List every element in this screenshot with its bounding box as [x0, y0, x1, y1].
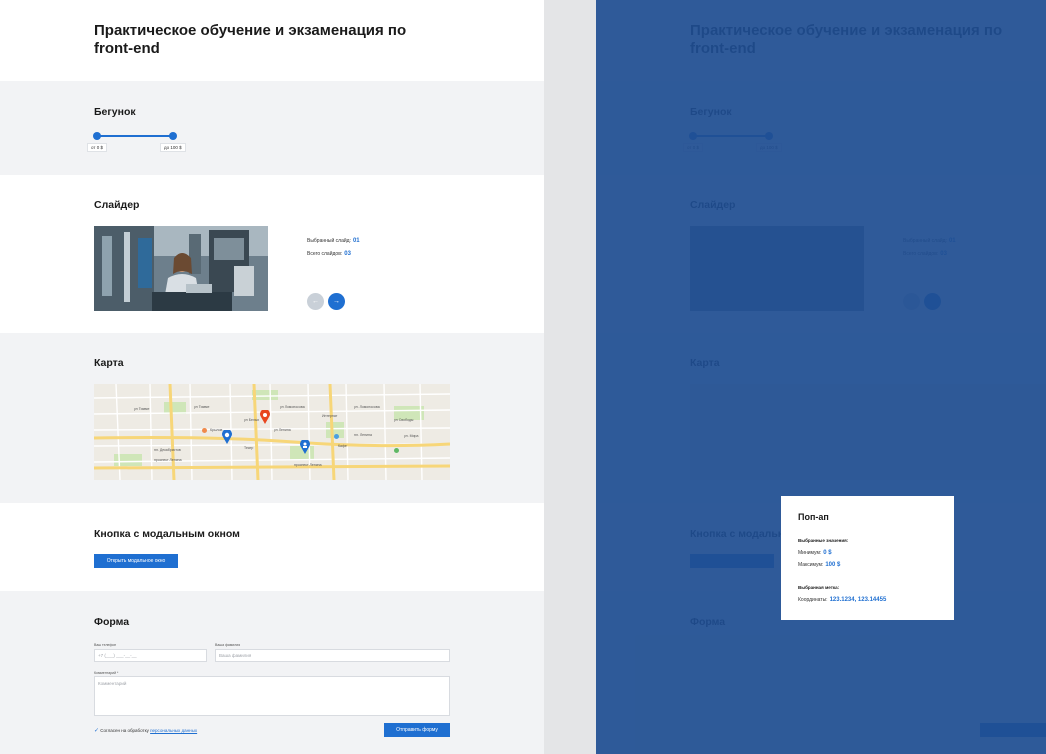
- popup-max-row: Максимум: 100 $: [798, 562, 840, 568]
- map-marker-person-icon[interactable]: [300, 440, 310, 454]
- map-street-label: ул. Ломоносова: [354, 405, 380, 409]
- map-marker-red-icon[interactable]: [260, 410, 270, 424]
- map-street-label: пл. Ленина: [354, 433, 372, 437]
- map-poi-icon: [394, 448, 399, 453]
- total-slides-info: Всего слайдов:03: [307, 251, 351, 257]
- map-marker-clock-icon[interactable]: [222, 430, 232, 444]
- phone-label: Ваш телефон: [94, 643, 117, 647]
- range-track[interactable]: [97, 135, 174, 137]
- page-title: Практическое обучение и экзаменация по f…: [94, 22, 407, 57]
- consent-link[interactable]: персональных данных: [150, 728, 197, 733]
- map-street-label: Театр: [244, 446, 254, 450]
- popup-title: Поп-ап: [798, 512, 829, 522]
- map-street-label: Крылов: [210, 428, 223, 432]
- slider-section: [0, 175, 544, 333]
- consent-text: Согласен на обработку: [100, 728, 149, 733]
- page-view: Практическое обучение и экзаменация по f…: [0, 0, 544, 754]
- popup-coords-label: Координаты:: [798, 597, 828, 603]
- arrow-right-icon: →: [333, 298, 340, 305]
- range-from-label: от 0 $: [87, 143, 107, 152]
- submit-button[interactable]: Отправить форму: [384, 723, 450, 737]
- slider-prev-button[interactable]: ←: [307, 293, 324, 310]
- surname-label: Ваша фамилия: [215, 643, 241, 647]
- popup-max-label: Максимум:: [798, 562, 824, 568]
- phone-field[interactable]: +7 (___) ___-__-__: [94, 649, 207, 662]
- popup-marker-heading: Выбранная метка:: [798, 585, 840, 590]
- slider-next-button[interactable]: →: [328, 293, 345, 310]
- map-street-label: ул Тимме: [134, 407, 150, 411]
- popup-max-value: 100 $: [825, 562, 841, 568]
- range-section: [0, 81, 544, 175]
- map-street-label: Интернат: [322, 414, 338, 418]
- map-street-label: ул. Мира: [404, 434, 419, 438]
- total-slides-label: Всего слайдов:: [307, 251, 343, 257]
- popup-coords-value: 123.1234, 123.14455: [829, 597, 887, 603]
- popup-values-heading: Выбранные значения:: [798, 538, 849, 543]
- map-street-label: ул Свободы: [394, 418, 414, 422]
- modal-button-section: [0, 503, 544, 591]
- modal-overlay[interactable]: [596, 0, 1046, 754]
- selected-slide-label: Выбранный слайд:: [307, 238, 351, 244]
- range-handle-min[interactable]: [93, 132, 101, 140]
- map-street-label: ул Тимме: [194, 405, 210, 409]
- popup-modal: Поп-ап Выбранные значения: Минимум: 0 $ М…: [781, 496, 954, 620]
- map-heading: Карта: [94, 357, 124, 369]
- range-to-label: до 100 $: [160, 143, 186, 152]
- map-poi-icon: [334, 434, 339, 439]
- map-street-label: ул Ломоносова: [280, 405, 305, 409]
- range-handle-max[interactable]: [169, 132, 177, 140]
- popup-min-label: Минимум:: [798, 550, 822, 556]
- popup-min-value: 0 $: [823, 550, 832, 556]
- total-slides-value: 03: [344, 251, 351, 257]
- map-street-label: ул Белых: [244, 418, 260, 422]
- checkmark-icon[interactable]: ✓: [94, 728, 99, 734]
- selected-slide-info: Выбранный слайд:01: [307, 238, 360, 244]
- selected-slide-value: 01: [352, 238, 360, 244]
- popup-coords-row: Координаты: 123.1234, 123.14455: [798, 597, 886, 603]
- map-street-label: пл. Декабристов: [154, 448, 181, 452]
- modal-section-heading: Кнопка с модальным окном: [94, 528, 240, 540]
- header-section: Практическое обучение и экзаменация по f…: [0, 0, 544, 81]
- comment-textarea[interactable]: Комментарий: [94, 676, 450, 716]
- map-poi-icon: [202, 428, 207, 433]
- form-section: [0, 591, 544, 754]
- arrow-left-icon: ←: [312, 298, 319, 305]
- form-heading: Форма: [94, 616, 130, 628]
- map-view[interactable]: ул Тимме ул Тимме ул Белых ул Ломоносова…: [94, 384, 450, 480]
- slider-heading: Слайдер: [94, 199, 140, 211]
- map-street-label: проспект Ленина: [154, 458, 182, 462]
- consent-row[interactable]: ✓ Согласен на обработку персональных дан…: [94, 727, 197, 734]
- map-street-label: ул Ленина: [274, 428, 291, 432]
- surname-field[interactable]: Ваша фамилия: [215, 649, 450, 662]
- open-modal-button[interactable]: Открыть модальное окно: [94, 554, 178, 568]
- slider-image: [94, 226, 268, 311]
- map-street-label: проспект Ленина: [294, 463, 322, 467]
- popup-min-row: Минимум: 0 $: [798, 550, 832, 556]
- range-heading: Бегунок: [94, 106, 136, 118]
- comment-label: Комментарий *: [94, 671, 119, 675]
- map-street-label: Кафе: [338, 444, 347, 448]
